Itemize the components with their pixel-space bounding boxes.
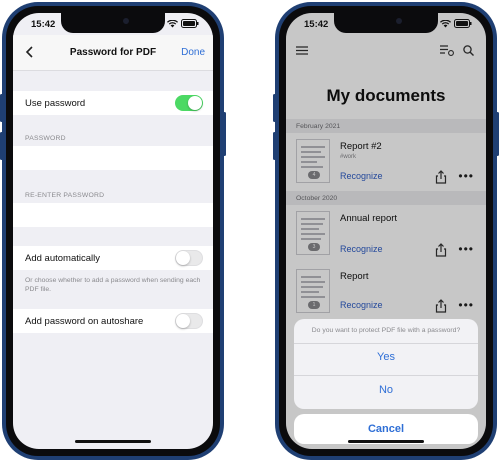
- battery-icon: [454, 19, 472, 28]
- status-time: 15:42: [31, 19, 56, 30]
- password-settings-screen: 15:42 Password for PDF Done Use password…: [13, 13, 213, 449]
- add-automatically-toggle[interactable]: [175, 250, 203, 266]
- add-automatically-label: Add automatically: [25, 253, 100, 264]
- done-button[interactable]: Done: [181, 47, 205, 58]
- autoshare-row: Add password on autoshare: [13, 309, 213, 333]
- use-password-row: Use password: [13, 91, 213, 115]
- add-automatically-note: Or choose whether to add a password when…: [25, 277, 201, 293]
- left-phone: 15:42 Password for PDF Done Use password…: [0, 2, 226, 460]
- yes-button[interactable]: Yes: [294, 351, 478, 363]
- use-password-toggle[interactable]: [175, 95, 203, 111]
- password-field[interactable]: [13, 146, 213, 170]
- add-automatically-row: Add automatically: [13, 246, 213, 270]
- battery-icon: [181, 19, 199, 28]
- wifi-icon: [440, 19, 451, 27]
- autoshare-toggle[interactable]: [175, 313, 203, 329]
- action-sheet-message: Do you want to protect PDF file with a p…: [311, 327, 461, 334]
- nav-bar: Password for PDF Done: [13, 35, 213, 71]
- password-section-header: PASSWORD: [25, 135, 66, 142]
- reenter-password-field[interactable]: [13, 203, 213, 227]
- home-indicator: [75, 440, 151, 443]
- use-password-label: Use password: [25, 98, 86, 109]
- reenter-section-header: RE-ENTER PASSWORD: [25, 192, 105, 199]
- autoshare-label: Add password on autoshare: [25, 316, 144, 327]
- no-button[interactable]: No: [294, 384, 478, 396]
- notch: [334, 13, 438, 33]
- status-time: 15:42: [304, 19, 329, 30]
- home-indicator: [348, 440, 424, 443]
- notch: [61, 13, 165, 33]
- right-phone: 15:42 My documents February 2021 4 Repor…: [273, 2, 499, 460]
- wifi-icon: [167, 19, 178, 27]
- action-sheet: Do you want to protect PDF file with a p…: [294, 319, 478, 409]
- documents-screen: 15:42 My documents February 2021 4 Repor…: [286, 13, 486, 449]
